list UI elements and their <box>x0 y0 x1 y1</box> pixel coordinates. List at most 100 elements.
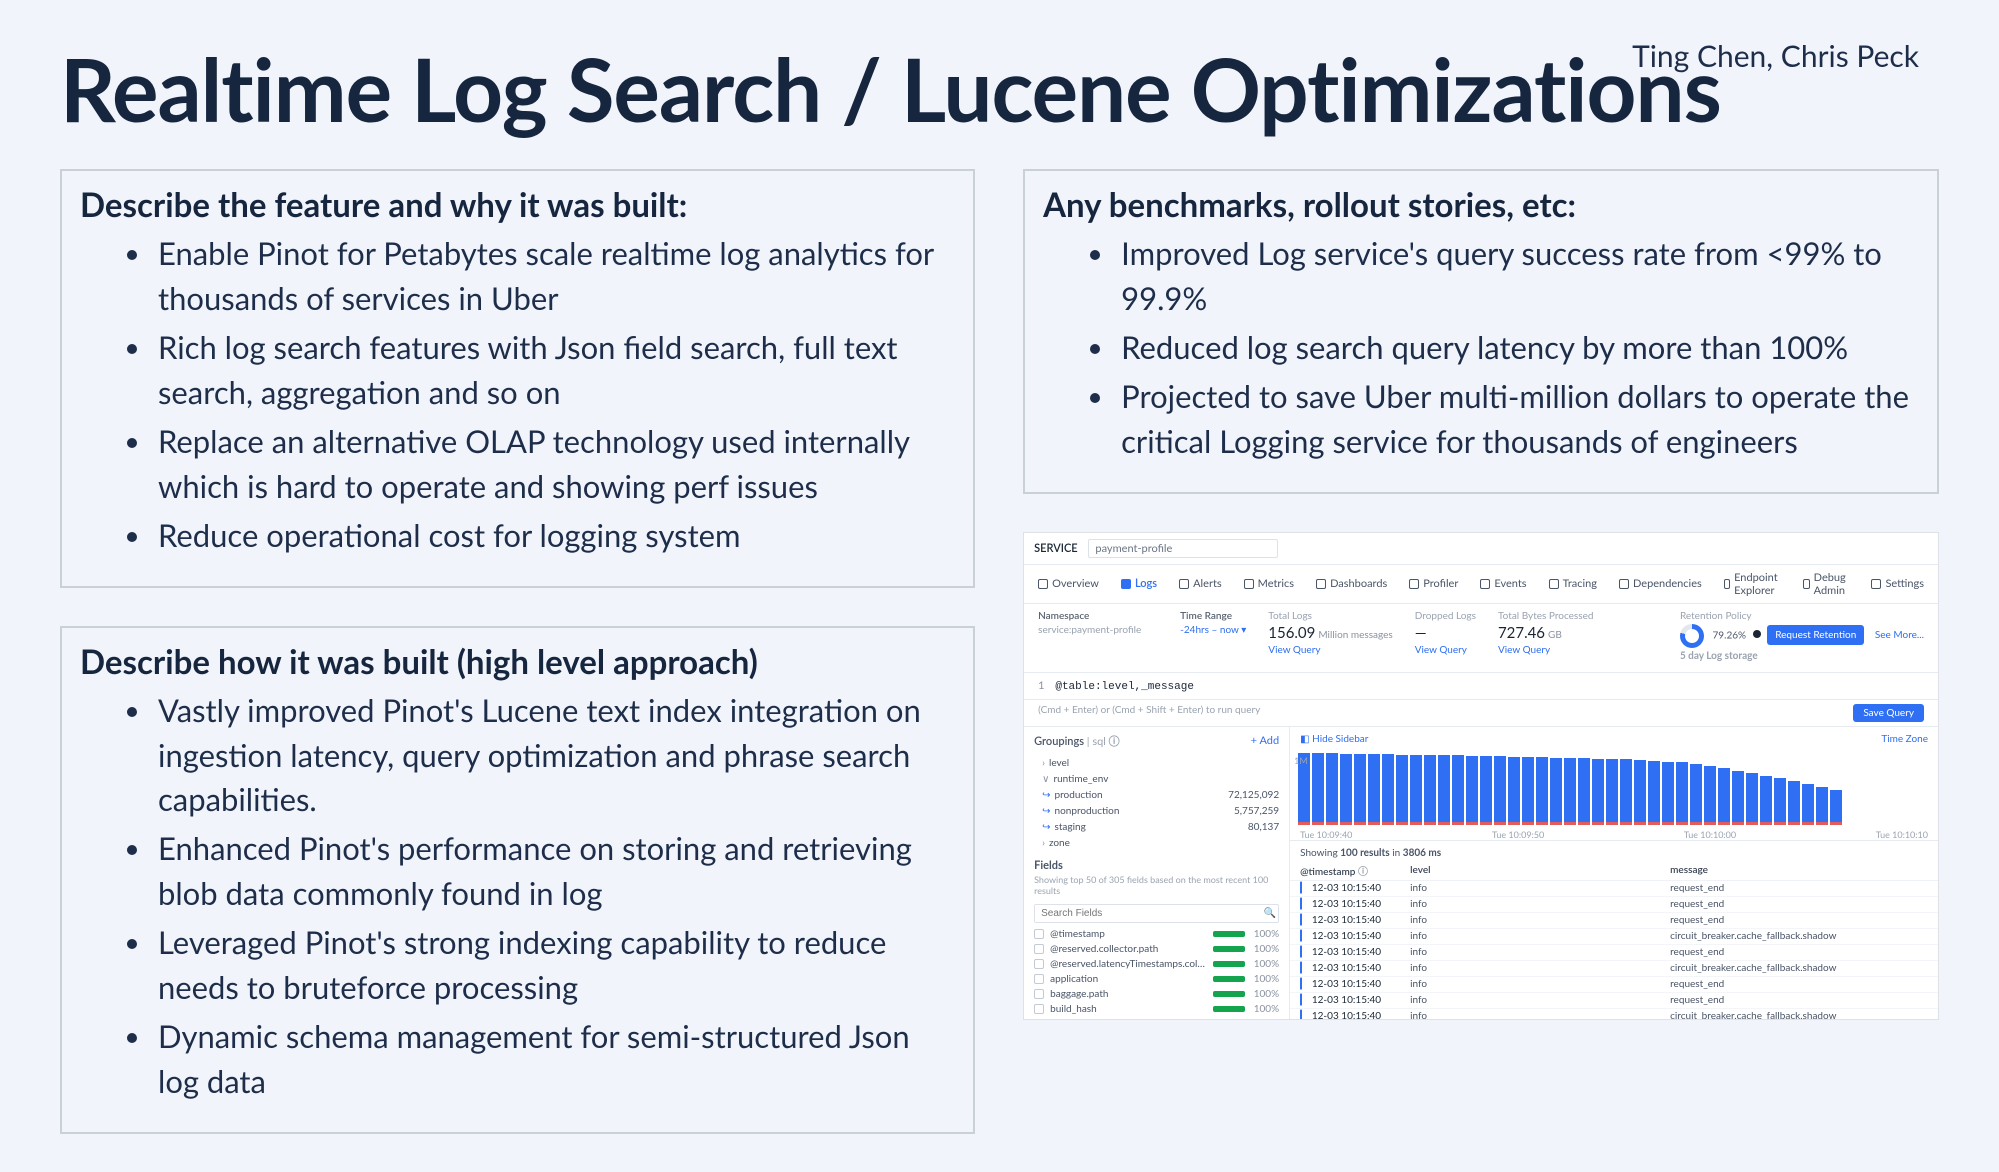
chart-y-label: 1M <box>1294 755 1308 766</box>
tab-endpoint-explorer[interactable]: Endpoint Explorer <box>1724 571 1782 597</box>
grouping-env-row[interactable]: ↪nonproduction5,757,259 <box>1024 803 1289 819</box>
tab-overview[interactable]: Overview <box>1038 571 1099 597</box>
timerange-label: Time Range <box>1180 610 1246 622</box>
chart-bar-dropped <box>1788 822 1800 825</box>
grouping-row[interactable]: ∨runtime_env <box>1024 771 1289 787</box>
table-row[interactable]: ▎12-03 10:15:40inforequest_end <box>1290 992 1938 1008</box>
histogram-chart[interactable]: 1M Tue 10:09:40Tue 10:09:50Tue 10:10:00T… <box>1290 751 1938 841</box>
grouping-row-zone[interactable]: ›zone <box>1024 835 1289 851</box>
tab-alerts[interactable]: Alerts <box>1179 571 1222 597</box>
chart-bar-dropped <box>1466 822 1478 825</box>
retention-donut-icon <box>1680 624 1704 648</box>
authors: Ting Chen, Chris Peck <box>1632 38 1919 74</box>
tab-icon <box>1244 579 1254 589</box>
chart-bar-dropped <box>1480 822 1492 825</box>
results-table: @timestamp ⓘlevelmessage ▎12-03 10:15:40… <box>1290 861 1938 1020</box>
query-number: 1 <box>1038 679 1044 692</box>
table-row[interactable]: ▎12-03 10:15:40inforequest_end <box>1290 880 1938 896</box>
list-item: Enable Pinot for Petabytes scale realtim… <box>154 231 955 321</box>
field-bar-icon <box>1213 946 1245 952</box>
list-item: Replace an alternative OLAP technology u… <box>154 419 955 509</box>
field-row[interactable]: application100% <box>1024 972 1289 987</box>
query-bar[interactable]: 1 @table:level,_message <box>1024 673 1938 700</box>
field-row[interactable]: @reserved.collector.path100% <box>1024 942 1289 957</box>
table-row[interactable]: ▎12-03 10:15:40inforequest_end <box>1290 944 1938 960</box>
grouping-env-row[interactable]: ↪production72,125,092 <box>1024 787 1289 803</box>
chart-bar <box>1676 762 1688 822</box>
table-header[interactable]: @timestamp ⓘ <box>1290 861 1400 881</box>
field-row[interactable]: build_time100% <box>1024 1017 1289 1020</box>
groupings-mode[interactable]: sql <box>1092 735 1106 748</box>
field-row[interactable]: build_hash100% <box>1024 1002 1289 1017</box>
x-tick: Tue 10:10:00 <box>1684 829 1736 840</box>
chart-bar-dropped <box>1382 822 1394 825</box>
tab-debug-admin[interactable]: Debug Admin <box>1803 571 1849 597</box>
view-query-link-1[interactable]: View Query <box>1268 644 1392 656</box>
bytes-label: Total Bytes Processed <box>1498 610 1594 622</box>
tab-dependencies[interactable]: Dependencies <box>1619 571 1702 597</box>
chart-bar-dropped <box>1424 822 1436 825</box>
tab-events[interactable]: Events <box>1480 571 1526 597</box>
tab-settings[interactable]: Settings <box>1871 571 1924 597</box>
chart-bar <box>1424 755 1436 822</box>
chart-bar <box>1662 762 1674 822</box>
request-retention-button[interactable]: Request Retention <box>1767 625 1864 645</box>
box-how-list: Vastly improved Pinot's Lucene text inde… <box>80 688 955 1104</box>
tab-tracing[interactable]: Tracing <box>1549 571 1597 597</box>
chart-bar-dropped <box>1508 822 1520 825</box>
grouping-env-row[interactable]: ↪staging80,137 <box>1024 819 1289 835</box>
tab-icon <box>1316 579 1326 589</box>
service-select[interactable]: payment-profile <box>1088 539 1278 558</box>
chart-bar <box>1732 771 1744 822</box>
fields-search-input[interactable] <box>1035 905 1261 922</box>
chart-bar-dropped <box>1522 822 1534 825</box>
tab-dashboards[interactable]: Dashboards <box>1316 571 1387 597</box>
save-query-button[interactable]: Save Query <box>1853 704 1924 722</box>
groupings-header: Groupings | sql ⓘ + Add <box>1024 727 1289 755</box>
field-bar-icon <box>1213 991 1245 997</box>
table-row[interactable]: ▎12-03 10:15:40infocircuit_breaker.cache… <box>1290 1008 1938 1020</box>
retention-dot-icon <box>1753 630 1761 638</box>
tab-logs[interactable]: Logs <box>1121 571 1157 597</box>
field-row[interactable]: baggage.path100% <box>1024 987 1289 1002</box>
table-row[interactable]: ▎12-03 10:15:40infocircuit_breaker.cache… <box>1290 960 1938 976</box>
tab-metrics[interactable]: Metrics <box>1244 571 1294 597</box>
table-row[interactable]: ▎12-03 10:15:40infocircuit_breaker.cache… <box>1290 928 1938 944</box>
query-hint: (Cmd + Enter) or (Cmd + Shift + Enter) t… <box>1038 704 1260 722</box>
twist-icon: › <box>1042 837 1045 849</box>
tab-icon <box>1549 579 1559 589</box>
see-more-link[interactable]: See More... <box>1875 629 1924 641</box>
chart-bar-dropped <box>1298 822 1310 825</box>
table-row[interactable]: ▎12-03 10:15:40inforequest_end <box>1290 976 1938 992</box>
tab-icon <box>1480 579 1490 589</box>
hide-sidebar-link[interactable]: ◧ Hide Sidebar <box>1300 733 1368 745</box>
row-marker-icon: ▎ <box>1300 994 1308 1006</box>
field-row[interactable]: @timestamp100% <box>1024 927 1289 942</box>
chart-bar-dropped <box>1634 822 1646 825</box>
timerange-picker[interactable]: -24hrs – now ▾ <box>1180 624 1246 636</box>
chart-bar-dropped <box>1704 822 1716 825</box>
chart-bar-dropped <box>1438 822 1450 825</box>
chart-bar <box>1452 755 1464 822</box>
bytes-unit: GB <box>1548 629 1562 641</box>
chart-bar-dropped <box>1718 822 1730 825</box>
view-query-link-3[interactable]: View Query <box>1498 644 1594 656</box>
namespace-label: Namespace <box>1038 610 1158 622</box>
results-note-b: 100 results <box>1340 847 1389 859</box>
time-zone-label[interactable]: Time Zone <box>1881 733 1928 745</box>
view-query-link-2[interactable]: View Query <box>1415 644 1476 656</box>
table-row[interactable]: ▎12-03 10:15:40inforequest_end <box>1290 912 1938 928</box>
list-item: Dynamic schema management for semi-struc… <box>154 1014 955 1104</box>
table-row[interactable]: ▎12-03 10:15:40inforequest_end <box>1290 896 1938 912</box>
chart-bar <box>1550 758 1562 822</box>
field-bar-icon <box>1213 976 1245 982</box>
table-header[interactable]: message <box>1660 861 1938 881</box>
fields-heading: Fields <box>1024 851 1289 874</box>
field-row[interactable]: @reserved.latencyTimestamps.collectorPic… <box>1024 957 1289 972</box>
table-header[interactable]: level <box>1400 861 1660 881</box>
grouping-row[interactable]: ›level <box>1024 755 1289 771</box>
tab-profiler[interactable]: Profiler <box>1409 571 1458 597</box>
bytes-value: 727.46GB <box>1498 624 1594 642</box>
fields-search[interactable]: 🔍 <box>1034 904 1279 923</box>
groupings-add-link[interactable]: + Add <box>1251 734 1279 747</box>
